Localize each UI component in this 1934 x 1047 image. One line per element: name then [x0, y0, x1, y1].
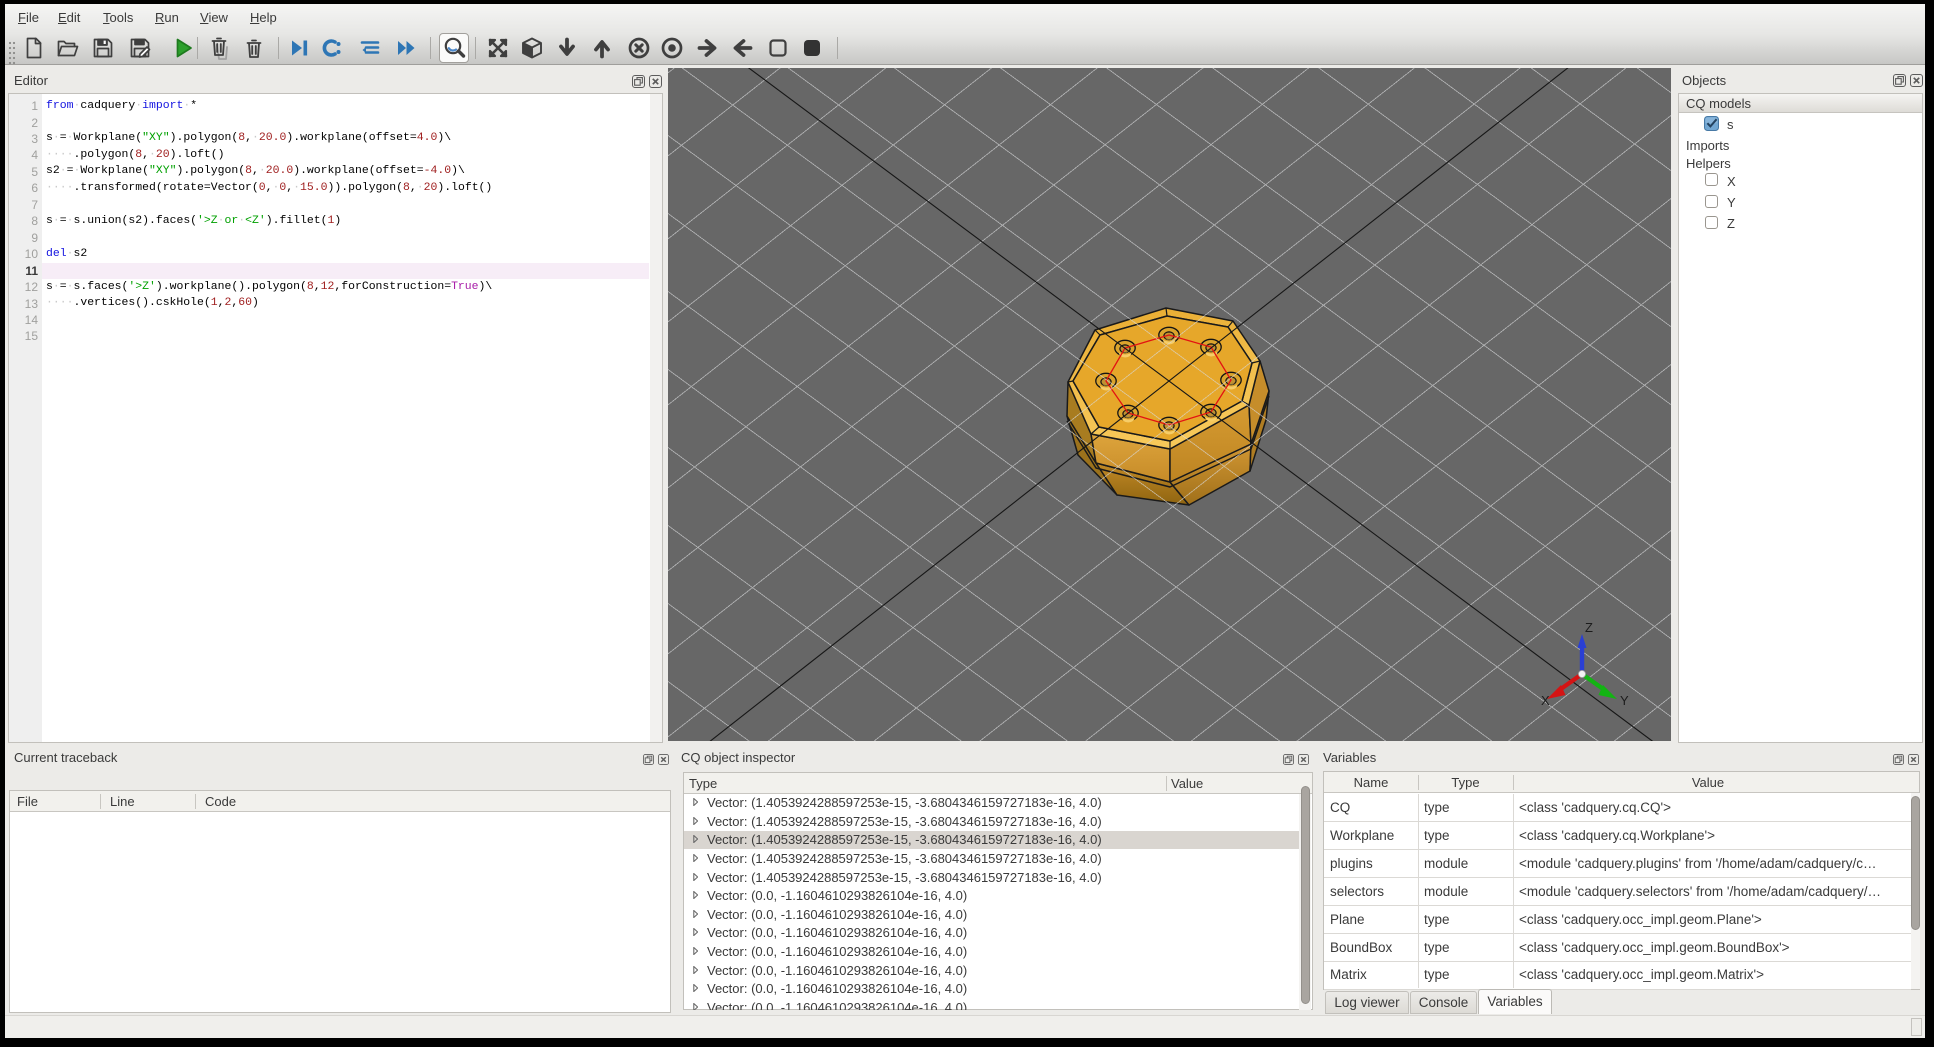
svg-text:Y: Y	[1620, 693, 1629, 708]
svg-text:Z: Z	[1585, 620, 1593, 635]
svg-text:X: X	[1541, 693, 1550, 708]
